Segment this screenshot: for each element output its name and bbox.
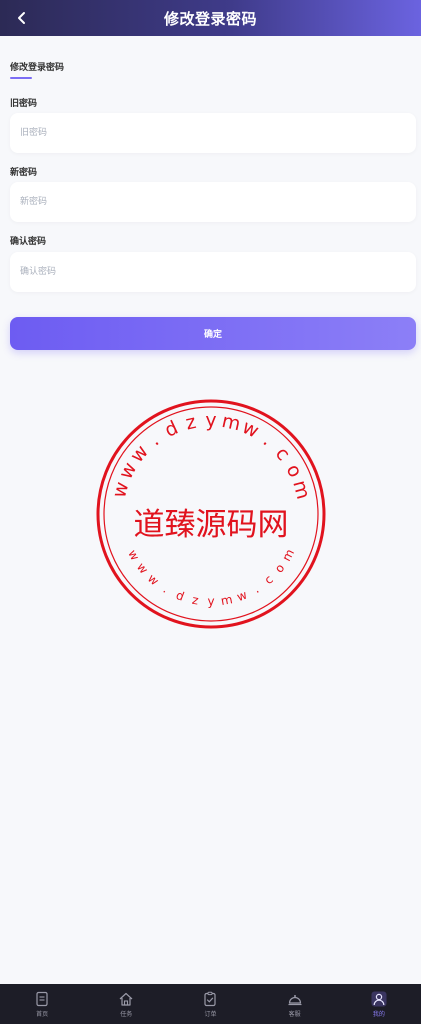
watermark-url-char: d — [174, 588, 186, 604]
section-title: 修改登录密码 — [10, 63, 65, 73]
tab-label: 客服 — [288, 1010, 301, 1018]
watermark-url-char: m — [288, 478, 314, 502]
tab-label: 任务 — [120, 1010, 133, 1018]
confirm-password-input[interactable] — [10, 252, 416, 292]
new-password-input[interactable] — [10, 182, 416, 222]
tab-label: 订单 — [204, 1010, 217, 1018]
tab-tasks[interactable]: 任务 — [96, 984, 156, 1024]
service-bell-icon — [288, 994, 302, 1005]
tab-mine[interactable]: 我的 — [349, 984, 409, 1024]
new-password-label: 新密码 — [10, 168, 38, 178]
watermark-url-char: y — [207, 595, 214, 609]
home-icon — [119, 992, 133, 1006]
tab-label: 首页 — [36, 1010, 49, 1018]
confirm-button[interactable]: 确定 — [10, 317, 416, 350]
user-icon — [371, 991, 387, 1006]
watermark-url-char: z — [184, 411, 199, 435]
watermark-url-char: m — [279, 547, 297, 564]
tab-service[interactable]: 客服 — [265, 984, 325, 1024]
watermark-url-char: o — [272, 561, 288, 575]
chevron-left-icon — [18, 12, 25, 24]
document-icon — [36, 991, 48, 1006]
watermark-url-char: m — [220, 410, 243, 435]
watermark-url-char: z — [191, 593, 200, 608]
app-header: 修改登录密码 — [0, 0, 421, 36]
back-button[interactable] — [10, 6, 34, 30]
watermark-url-char: w — [134, 560, 151, 577]
watermark-url-char: w — [239, 416, 262, 443]
watermark-url-char: m — [220, 592, 234, 608]
watermark-stamp: www.d z y mw.com www. d z y m w .com 道臻源码网 — [96, 399, 326, 629]
page-title: 修改登录密码 — [163, 9, 257, 28]
watermark-url-char: y — [205, 410, 216, 432]
confirm-password-label: 确认密码 — [10, 237, 47, 247]
tab-orders[interactable]: 订单 — [180, 984, 240, 1024]
clipboard-check-icon — [204, 991, 217, 1006]
watermark-url-char: . — [259, 429, 277, 450]
watermark-url-char: . — [161, 582, 171, 596]
section-underline — [10, 77, 32, 79]
watermark-url-char: c — [262, 572, 276, 587]
watermark-url-char: w — [145, 571, 162, 588]
watermark-url-char: d — [161, 417, 181, 442]
watermark-url-char: w — [108, 479, 133, 500]
tab-label: 我的 — [372, 1010, 385, 1018]
watermark-url-top: www.d z y mw.com — [108, 410, 314, 502]
watermark-main-text: 道臻源码网 — [134, 507, 289, 543]
tab-home[interactable]: 首页 — [12, 984, 72, 1024]
watermark-url-char: o — [282, 461, 307, 481]
bottom-tab-bar: 首页 任务 订单 客服 我的 — [0, 984, 421, 1024]
watermark-url-bottom: www. d z y m w .com — [125, 547, 297, 609]
old-password-input[interactable] — [10, 113, 416, 153]
watermark-url-char: w — [125, 547, 142, 562]
watermark-url-char: c — [271, 443, 295, 465]
old-password-label: 旧密码 — [10, 99, 38, 109]
watermark-url-char: w — [235, 587, 249, 604]
watermark-url-char: . — [251, 582, 261, 596]
watermark-url-char: . — [145, 429, 163, 450]
